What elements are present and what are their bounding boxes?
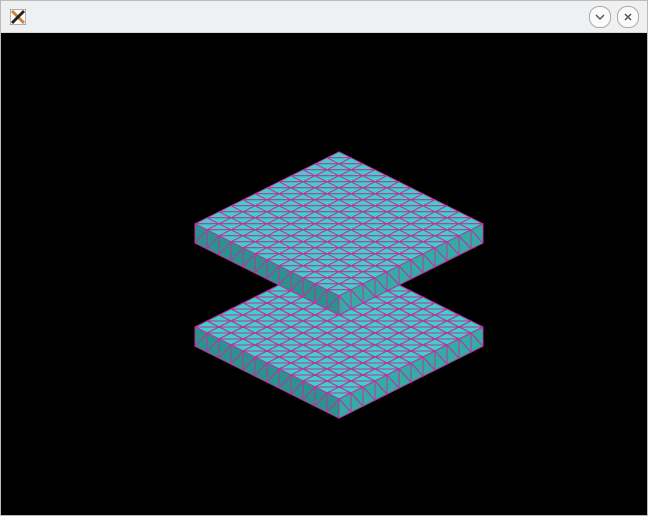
app-window — [0, 0, 648, 516]
close-icon — [623, 12, 633, 22]
render-viewport[interactable] — [1, 33, 647, 515]
close-button[interactable] — [617, 6, 639, 28]
x11-logo-icon — [9, 8, 27, 26]
minimize-button[interactable] — [589, 6, 611, 28]
chevron-down-icon — [595, 12, 605, 22]
titlebar — [1, 1, 647, 33]
mesh-canvas — [1, 33, 637, 513]
